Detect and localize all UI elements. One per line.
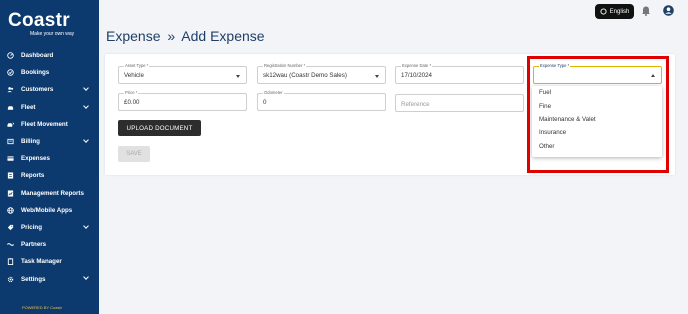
management-reports-icon [7, 190, 14, 197]
pricing-icon [7, 224, 14, 231]
account-icon[interactable] [663, 5, 674, 16]
sidebar-item-web-mobile-apps[interactable]: Web/Mobile Apps [0, 202, 99, 219]
price-label: Price * [124, 90, 139, 95]
odometer-label: Odometer [263, 90, 284, 95]
chevron-down-icon [83, 137, 89, 143]
gear-icon [7, 276, 14, 283]
globe-icon [600, 8, 607, 15]
brand-name: Coastr [8, 10, 70, 31]
globe-icon [7, 207, 14, 214]
page-title: Expense » Add Expense [106, 28, 265, 44]
price-input[interactable]: Price * £0.00 [118, 90, 247, 111]
registration-number-select[interactable]: Registration Number * sk12wau (Coastr De… [257, 63, 386, 84]
powered-by: POWERED BY Coastr [22, 305, 62, 310]
expense-date-input[interactable]: Expense Date * 17/10/2024 [395, 63, 524, 84]
registration-number-value: sk12wau (Coastr Demo Sales) [263, 72, 347, 79]
sidebar-item-label: Fleet [21, 103, 36, 111]
sidebar-nav: Dashboard Bookings Customers Fleet Fleet… [0, 47, 99, 288]
bell-icon[interactable] [641, 5, 651, 16]
dropdown-arrow-icon [375, 75, 379, 78]
sidebar-item-label: Customers [21, 86, 54, 94]
page-title-sub: Add Expense [181, 28, 265, 44]
page-title-separator: » [167, 28, 176, 44]
chevron-down-icon [83, 85, 89, 92]
task-manager-icon [7, 258, 14, 266]
page-title-main: Expense [106, 28, 161, 44]
sidebar-item-customers[interactable]: Customers [0, 81, 99, 98]
brand-tagline: Make your own way [30, 31, 75, 37]
sidebar-item-label: Partners [21, 241, 47, 249]
save-button[interactable]: SAVE [118, 146, 150, 162]
sidebar-item-label: Fleet Movement [21, 120, 68, 128]
billing-icon [7, 138, 14, 145]
sidebar-item-label: Settings [21, 275, 46, 283]
asset-type-select[interactable]: Asset Type * Vehicle [118, 63, 247, 84]
sidebar-item-label: Bookings [21, 69, 50, 77]
sidebar-item-fleet-movement[interactable]: Fleet Movement [0, 116, 99, 133]
brand-logo[interactable]: Coastr Make your own way [8, 10, 88, 40]
sidebar-item-label: Management Reports [21, 189, 84, 197]
bookings-icon [7, 69, 14, 77]
sidebar-item-dashboard[interactable]: Dashboard [0, 47, 99, 64]
sidebar-item-label: Task Manager [21, 258, 62, 266]
customers-icon [7, 86, 14, 93]
partners-icon [7, 241, 14, 248]
sidebar-item-reports[interactable]: Reports [0, 167, 99, 184]
highlight-box [527, 56, 669, 173]
odometer-input[interactable]: Odometer 0 [257, 90, 386, 111]
upload-document-button[interactable]: UPLOAD DOCUMENT [118, 120, 201, 136]
language-label: English [609, 8, 630, 15]
sidebar-item-task-manager[interactable]: Task Manager [0, 253, 99, 270]
car-icon [7, 104, 14, 111]
chevron-down-icon [83, 102, 89, 109]
expense-date-value: 17/10/2024 [401, 72, 432, 79]
sidebar: Coastr Make your own way Dashboard Booki… [0, 0, 99, 314]
asset-type-value: Vehicle [124, 72, 144, 79]
sidebar-item-billing[interactable]: Billing [0, 133, 99, 150]
sidebar-item-label: Pricing [21, 223, 42, 231]
expenses-icon [7, 155, 14, 162]
sidebar-item-label: Reports [21, 172, 45, 180]
chevron-down-icon [83, 223, 89, 229]
sidebar-item-settings[interactable]: Settings [0, 270, 99, 287]
sidebar-item-label: Expenses [21, 155, 50, 163]
chevron-down-icon [83, 274, 89, 281]
odometer-value: 0 [263, 99, 267, 106]
asset-type-label: Asset Type * [124, 63, 150, 68]
price-value: £0.00 [124, 99, 140, 106]
reference-input[interactable]: Reference [395, 94, 524, 112]
sidebar-item-pricing[interactable]: Pricing [0, 219, 99, 236]
sidebar-item-label: Dashboard [21, 52, 54, 60]
registration-number-label: Registration Number * [263, 63, 307, 68]
dropdown-arrow-icon [236, 75, 240, 78]
sidebar-item-expenses[interactable]: Expenses [0, 150, 99, 167]
sidebar-item-fleet[interactable]: Fleet [0, 99, 99, 116]
expense-date-label: Expense Date * [401, 63, 433, 68]
sidebar-item-label: Billing [21, 138, 40, 146]
sidebar-item-management-reports[interactable]: Management Reports [0, 185, 99, 202]
sidebar-item-bookings[interactable]: Bookings [0, 64, 99, 81]
reference-placeholder: Reference [401, 101, 430, 108]
reports-icon [7, 172, 14, 179]
language-button[interactable]: English [595, 4, 634, 19]
dashboard-icon [7, 52, 14, 59]
fleet-movement-icon [7, 121, 14, 128]
sidebar-item-partners[interactable]: Partners [0, 236, 99, 253]
sidebar-item-label: Web/Mobile Apps [21, 206, 73, 214]
